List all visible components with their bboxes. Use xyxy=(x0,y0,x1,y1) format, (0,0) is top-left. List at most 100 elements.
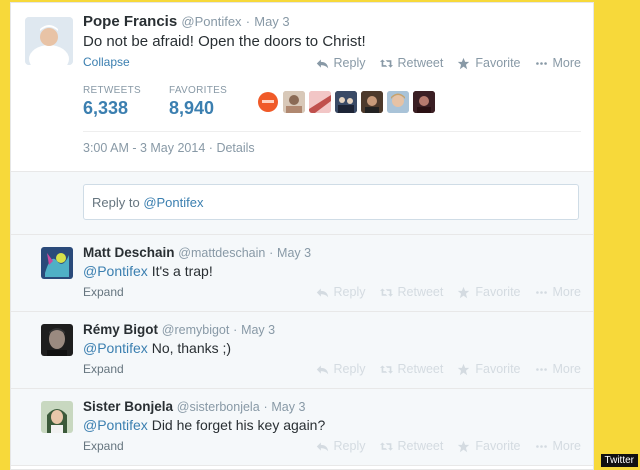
more-button[interactable]: More xyxy=(535,285,581,299)
reply-text: It's a trap! xyxy=(147,263,213,279)
favorite-label: Favorite xyxy=(475,362,521,376)
tweet-date[interactable]: May 3 xyxy=(277,246,311,260)
favoriter-avatar[interactable] xyxy=(335,91,357,113)
reply-button[interactable]: Reply xyxy=(316,362,366,376)
reply-tweet[interactable]: Matt Deschain @mattdeschain · May 3 @Pon… xyxy=(11,235,593,312)
avatar[interactable] xyxy=(41,401,73,433)
favorite-label: Favorite xyxy=(475,56,521,70)
tweet-actions: Reply Retweet Favorite More xyxy=(316,56,581,70)
author-name[interactable]: Sister Bonjela xyxy=(83,399,173,414)
expand-link[interactable]: Expand xyxy=(83,362,124,376)
reply-label: Reply xyxy=(333,285,366,299)
more-button[interactable]: More xyxy=(535,439,581,453)
mention-link[interactable]: @Pontifex xyxy=(83,263,148,279)
favorite-label: Favorite xyxy=(475,285,521,299)
tweet-date[interactable]: May 3 xyxy=(254,14,289,29)
tweet-text: @Pontifex Did he forget his key again? xyxy=(83,417,325,433)
reply-text: Did he forget his key again? xyxy=(147,417,326,433)
retweets-count: 6,338 xyxy=(83,98,129,118)
more-button[interactable]: More xyxy=(535,56,581,70)
favorites-stat[interactable]: FAVORITES 8,940 xyxy=(169,85,227,119)
favoriter-avatar[interactable] xyxy=(309,91,331,113)
favoriter-avatar[interactable] xyxy=(283,91,305,113)
avatar-pope-image xyxy=(25,17,73,65)
source-credit: Twitter xyxy=(600,454,638,467)
retweet-icon xyxy=(379,441,393,451)
separator: · xyxy=(269,246,274,260)
favorites-label: FAVORITES xyxy=(168,85,228,96)
author-line: Matt Deschain @mattdeschain · May 3 xyxy=(83,245,311,260)
retweet-label: Retweet xyxy=(397,439,444,453)
author-handle[interactable]: @sisterbonjela xyxy=(177,400,260,414)
author-line: Pope Francis @Pontifex · May 3 xyxy=(83,13,290,30)
collapse-link[interactable]: Collapse xyxy=(83,55,130,69)
tweet-date[interactable]: May 3 xyxy=(241,323,275,337)
reply-button[interactable]: Reply xyxy=(316,285,366,299)
timestamp-text[interactable]: 3:00 AM - 3 May 2014 xyxy=(83,141,205,155)
expand-link[interactable]: Expand xyxy=(83,285,124,299)
tweet-text: @Pontifex It's a trap! xyxy=(83,263,213,279)
reply-label: Reply xyxy=(333,362,366,376)
favorite-label: Favorite xyxy=(475,439,521,453)
reply-label: Reply xyxy=(333,439,366,453)
details-link[interactable]: Details xyxy=(216,141,254,155)
author-line: Rémy Bigot @remybigot · May 3 xyxy=(83,322,275,337)
retweet-button[interactable]: Retweet xyxy=(379,56,444,70)
author-handle[interactable]: @remybigot xyxy=(162,323,230,337)
tweet-date[interactable]: May 3 xyxy=(271,400,305,414)
reply-button[interactable]: Reply xyxy=(316,439,366,453)
favoriter-avatars xyxy=(257,91,435,113)
expand-link[interactable]: Expand xyxy=(83,439,124,453)
favorite-button[interactable]: Favorite xyxy=(457,285,521,299)
favorite-button[interactable]: Favorite xyxy=(457,439,521,453)
retweet-button[interactable]: Retweet xyxy=(379,439,444,453)
author-handle[interactable]: @Pontifex xyxy=(181,14,241,29)
star-icon xyxy=(458,57,470,69)
retweet-icon xyxy=(379,287,393,297)
author-name[interactable]: Matt Deschain xyxy=(83,245,175,260)
favoriter-avatar[interactable] xyxy=(387,91,409,113)
more-dots-icon xyxy=(535,61,547,65)
more-button[interactable]: More xyxy=(535,362,581,376)
author-handle[interactable]: @mattdeschain xyxy=(178,246,265,260)
favoriter-avatar[interactable] xyxy=(413,91,435,113)
favorites-count: 8,940 xyxy=(168,98,215,118)
retweet-button[interactable]: Retweet xyxy=(379,362,443,376)
tweet-text: @Pontifex No, thanks ;) xyxy=(83,340,231,356)
more-label: More xyxy=(552,56,581,70)
reply-label: Reply xyxy=(333,56,366,70)
more-dots-icon xyxy=(535,444,547,448)
reply-prefix: Reply to xyxy=(92,195,144,210)
retweet-icon xyxy=(379,364,393,374)
reply-input[interactable]: Reply to @Pontifex xyxy=(83,184,579,220)
favorite-button[interactable]: Favorite xyxy=(457,362,521,376)
author-name[interactable]: Rémy Bigot xyxy=(83,322,158,337)
author-name[interactable]: Pope Francis xyxy=(83,13,177,30)
mention-link[interactable]: @Pontifex xyxy=(83,340,148,356)
avatar[interactable] xyxy=(25,17,73,65)
retweets-stat[interactable]: RETWEETS 6,338 xyxy=(83,85,141,119)
reply-tweet[interactable]: Sister Bonjela @sisterbonjela · May 3 @P… xyxy=(11,389,593,466)
retweet-label: Retweet xyxy=(397,56,444,70)
avatar[interactable] xyxy=(41,324,73,356)
more-label: More xyxy=(552,362,581,376)
tweet-actions: Reply Retweet Favorite More xyxy=(316,439,581,453)
favoriter-avatar[interactable] xyxy=(257,91,279,113)
retweet-label: Retweet xyxy=(397,285,444,299)
star-icon xyxy=(458,440,470,452)
favorite-button[interactable]: Favorite xyxy=(457,56,521,70)
reply-icon xyxy=(316,287,328,297)
reply-button[interactable]: Reply xyxy=(316,56,366,70)
more-label: More xyxy=(552,439,581,453)
reply-tweet[interactable]: Rémy Bigot @remybigot · May 3 @Pontifex … xyxy=(11,312,593,389)
retweet-button[interactable]: Retweet xyxy=(379,285,444,299)
favoriter-avatar[interactable] xyxy=(361,91,383,113)
tweet-timestamp: 3:00 AM - 3 May 2014 · Details xyxy=(83,141,255,155)
tweet-actions: Reply Retweet Favorite More xyxy=(316,285,581,299)
tweet-card: Pope Francis @Pontifex · May 3 Do not be… xyxy=(10,2,594,470)
separator: · xyxy=(233,323,238,337)
avatar[interactable] xyxy=(41,247,73,279)
mention-link[interactable]: @Pontifex xyxy=(83,417,148,433)
reply-area: Reply to @Pontifex xyxy=(11,172,593,235)
main-tweet[interactable]: Pope Francis @Pontifex · May 3 Do not be… xyxy=(11,3,593,172)
